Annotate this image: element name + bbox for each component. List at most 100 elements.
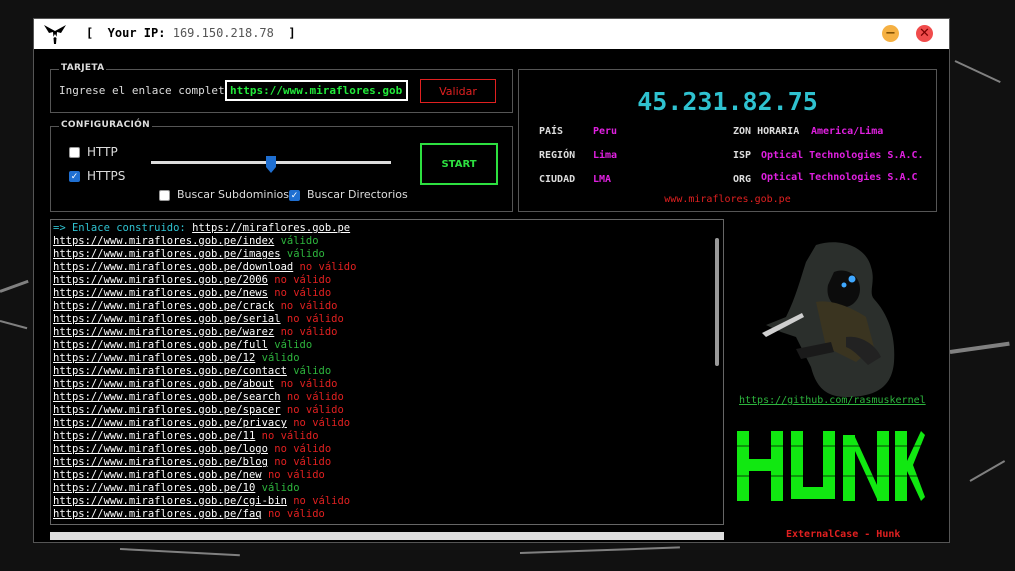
result-status: no válido [286,404,344,416]
console-header: => Enlace construido: https://miraflores… [53,222,723,235]
timezone-value: America/Lima [811,126,884,137]
isp-label: ISP [733,150,752,161]
console-result-row: https://www.miraflores.gob.pe/serial no … [53,313,723,326]
url-input[interactable] [225,80,408,101]
result-status: no válido [286,391,344,403]
result-url[interactable]: https://www.miraflores.gob.pe/11 [53,430,255,442]
console-result-row: https://www.miraflores.gob.pe/contact vá… [53,365,723,378]
result-status: válido [274,339,313,351]
result-url[interactable]: https://www.miraflores.gob.pe/cgi-bin [53,495,287,507]
org-label: ORG [733,174,752,185]
result-status: no válido [274,456,332,468]
isp-value: Optical Technologies S.A.C. [761,150,924,161]
app-window: [ Your IP: 169.150.218.78 ] − ✕ TARJETA … [33,18,950,543]
subdomains-checkbox[interactable] [159,190,170,201]
result-url[interactable]: https://www.miraflores.gob.pe/logo [53,443,268,455]
minimize-icon[interactable]: − [882,25,899,42]
console-result-row: https://www.miraflores.gob.pe/full válid… [53,339,723,352]
result-url[interactable]: https://www.miraflores.gob.pe/2006 [53,274,268,286]
result-url[interactable]: https://www.miraflores.gob.pe/warez [53,326,274,338]
validate-button[interactable]: Validar [420,79,496,103]
result-status: no válido [293,417,351,429]
background-streak [119,548,240,557]
result-status: válido [261,482,300,494]
console-result-row: https://www.miraflores.gob.pe/download n… [53,261,723,274]
background-streak [954,60,1001,84]
result-url[interactable]: https://www.miraflores.gob.pe/spacer [53,404,281,416]
console-result-row: https://www.miraflores.gob.pe/10 válido [53,482,723,495]
console-scrollbar-track[interactable] [711,220,723,524]
result-url[interactable]: https://www.miraflores.gob.pe/new [53,469,262,481]
footer-title: ExternalCase - Hunk [782,529,905,540]
result-status: válido [293,365,332,377]
url-prompt-label: Ingrese el enlace completo [59,84,232,97]
console-result-row: https://www.miraflores.gob.pe/2006 no vá… [53,274,723,287]
directories-label: Buscar Directorios [307,188,408,201]
region-value: Lima [593,150,618,161]
hunk-character-image [762,242,895,397]
result-status: válido [286,248,325,260]
console-result-row: https://www.miraflores.gob.pe/images vál… [53,248,723,261]
result-url[interactable]: https://www.miraflores.gob.pe/full [53,339,268,351]
target-ip: 45.231.82.75 [637,87,818,116]
console-result-row: https://www.miraflores.gob.pe/spacer no … [53,404,723,417]
background-streak [519,546,680,554]
result-url[interactable]: https://www.miraflores.gob.pe/privacy [53,417,287,429]
start-button[interactable]: START [420,143,498,185]
info-panel: 45.231.82.75 PAÍS Peru REGIÓN Lima CIUDA… [518,69,937,212]
https-checkbox[interactable]: ✓ [69,171,80,182]
directories-checkbox[interactable]: ✓ [289,190,300,201]
http-checkbox[interactable] [69,147,80,158]
console-result-row: https://www.miraflores.gob.pe/privacy no… [53,417,723,430]
result-url[interactable]: https://www.miraflores.gob.pe/contact [53,365,287,377]
result-status: no válido [267,469,325,481]
target-group: TARJETA Ingrese el enlace completo Valid… [50,63,513,113]
result-status: no válido [280,326,338,338]
result-status: válido [261,352,300,364]
result-url[interactable]: https://www.miraflores.gob.pe/serial [53,313,281,325]
org-value: Optical Technologies S.A.C [761,172,918,183]
result-url[interactable]: https://www.miraflores.gob.pe/crack [53,300,274,312]
console-result-row: https://www.miraflores.gob.pe/index váli… [53,235,723,248]
hunk-emblem-icon [44,25,66,44]
result-status: no válido [267,508,325,520]
console-header-url[interactable]: https://miraflores.gob.pe [192,222,350,234]
ciudad-value: LMA [593,174,612,185]
result-url[interactable]: https://www.miraflores.gob.pe/news [53,287,268,299]
result-url[interactable]: https://www.miraflores.gob.pe/10 [53,482,255,494]
results-console[interactable]: => Enlace construido: https://miraflores… [50,219,724,525]
console-result-row: https://www.miraflores.gob.pe/11 no váli… [53,430,723,443]
result-url[interactable]: https://www.miraflores.gob.pe/index [53,235,274,247]
result-url[interactable]: https://www.miraflores.gob.pe/search [53,391,281,403]
console-result-row: https://www.miraflores.gob.pe/cgi-bin no… [53,495,723,508]
console-result-row: https://www.miraflores.gob.pe/search no … [53,391,723,404]
console-scrollbar-thumb[interactable] [715,238,719,366]
result-url[interactable]: https://www.miraflores.gob.pe/blog [53,456,268,468]
target-domain: www.miraflores.gob.pe [664,194,791,205]
console-result-row: https://www.miraflores.gob.pe/warez no v… [53,326,723,339]
region-label: REGIÓN [539,150,576,161]
result-url[interactable]: https://www.miraflores.gob.pe/download [53,261,293,273]
title-bar: [ Your IP: 169.150.218.78 ] − ✕ [34,19,949,49]
result-status: no válido [274,287,332,299]
result-status: no válido [280,300,338,312]
result-status: no válido [293,495,351,507]
close-icon[interactable]: ✕ [916,25,933,42]
result-url[interactable]: https://www.miraflores.gob.pe/12 [53,352,255,364]
result-url[interactable]: https://www.miraflores.gob.pe/about [53,378,274,390]
console-result-row: https://www.miraflores.gob.pe/blog no vá… [53,456,723,469]
your-ip-label: [ Your IP: [86,26,166,40]
console-result-row: https://www.miraflores.gob.pe/faq no vál… [53,508,723,521]
config-legend: CONFIGURACIÓN [59,120,152,130]
result-url[interactable]: https://www.miraflores.gob.pe/faq [53,508,262,520]
result-status: no válido [274,443,332,455]
checkmark-icon: ✓ [70,172,79,182]
console-result-row: https://www.miraflores.gob.pe/new no vál… [53,469,723,482]
result-url[interactable]: https://www.miraflores.gob.pe/images [53,248,281,260]
http-label: HTTP [87,145,118,159]
background-streak [949,341,1010,354]
github-link[interactable]: https://github.com/rasmuskernel [739,395,926,406]
your-ip-display: [ Your IP: 169.150.218.78 ] [86,26,296,40]
result-status: válido [280,235,319,247]
ciudad-label: CIUDAD [539,174,576,185]
